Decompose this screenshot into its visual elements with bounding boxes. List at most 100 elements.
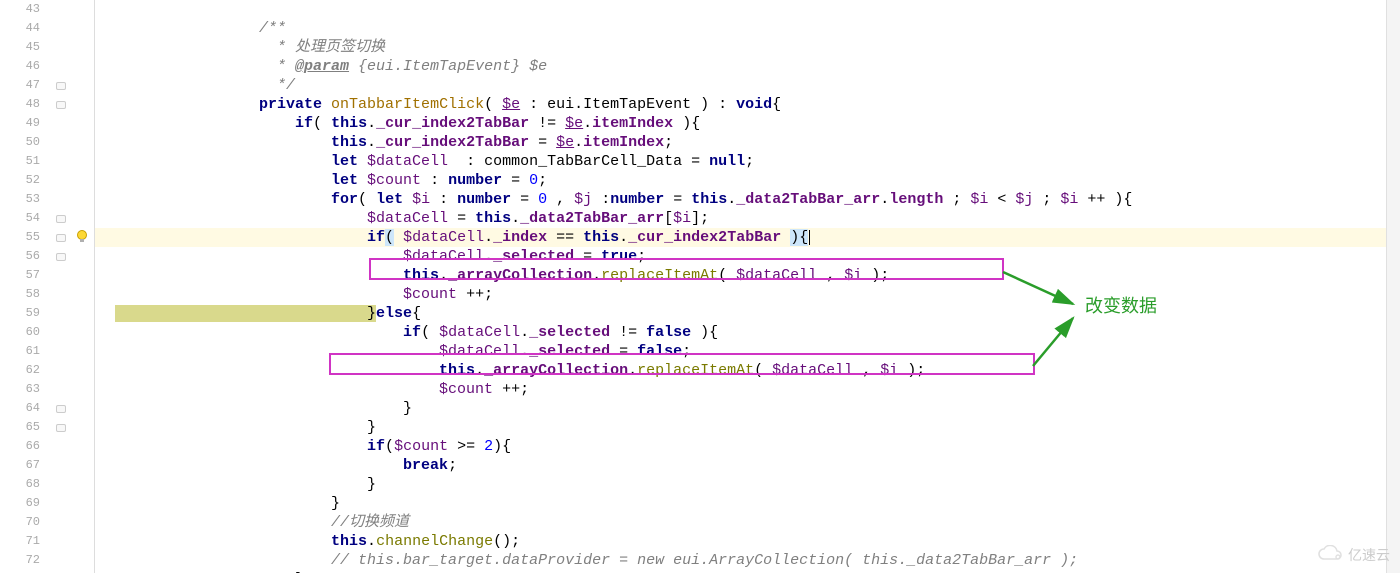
code-line[interactable]: this._arrayCollection.replaceItemAt( $da… — [95, 266, 1400, 285]
line-number[interactable]: 52 — [0, 171, 40, 190]
code-line[interactable]: this._arrayCollection.replaceItemAt( $da… — [95, 361, 1400, 380]
code-token: { — [772, 96, 781, 113]
line-number[interactable]: 60 — [0, 323, 40, 342]
watermark: 亿速云 — [1316, 545, 1390, 565]
code-editor: 4344454647484950515253545556575859606162… — [0, 0, 1400, 573]
code-line[interactable]: // this.bar_target.dataProvider = new eu… — [95, 551, 1400, 570]
code-token: = — [511, 191, 538, 208]
code-line[interactable]: $dataCell._selected = false; — [95, 342, 1400, 361]
line-number[interactable]: 51 — [0, 152, 40, 171]
code-token: ) — [790, 229, 799, 246]
line-number[interactable]: 65 — [0, 418, 40, 437]
code-token: this — [115, 134, 367, 151]
code-token: . — [367, 134, 376, 151]
line-number[interactable]: 44 — [0, 19, 40, 38]
fold-handle[interactable] — [56, 215, 66, 223]
code-line[interactable]: //切换频道 — [95, 513, 1400, 532]
code-token: , — [547, 191, 574, 208]
line-number[interactable]: 48 — [0, 95, 40, 114]
fold-column[interactable] — [50, 0, 72, 573]
code-line[interactable]: if( this._cur_index2TabBar != $e.itemInd… — [95, 114, 1400, 133]
code-token: */ — [115, 77, 295, 94]
line-number[interactable]: 70 — [0, 513, 40, 532]
vertical-scrollbar[interactable] — [1386, 0, 1400, 573]
fold-handle[interactable] — [56, 82, 66, 90]
line-number[interactable]: 69 — [0, 494, 40, 513]
code-token: : — [430, 191, 457, 208]
line-number[interactable]: 49 — [0, 114, 40, 133]
code-token: ; — [682, 343, 691, 360]
intention-bulb-icon[interactable] — [74, 229, 90, 245]
code-token: ; — [448, 457, 457, 474]
code-line[interactable]: * @param {eui.ItemTapEvent} $e — [95, 57, 1400, 76]
line-number[interactable]: 55 — [0, 228, 40, 247]
line-number[interactable]: 50 — [0, 133, 40, 152]
fold-handle[interactable] — [56, 234, 66, 242]
code-line[interactable]: private onTabbarItemClick( $e : eui.Item… — [95, 95, 1400, 114]
code-line[interactable]: */ — [95, 76, 1400, 95]
code-token — [394, 229, 403, 246]
text-cursor — [809, 230, 810, 245]
code-line[interactable]: this._cur_index2TabBar = $e.itemIndex; — [95, 133, 1400, 152]
line-number[interactable]: 53 — [0, 190, 40, 209]
fold-handle[interactable] — [56, 101, 66, 109]
code-token: onTabbarItemClick — [331, 96, 484, 113]
code-token: 0 — [538, 191, 547, 208]
fold-handle[interactable] — [56, 253, 66, 261]
code-line[interactable]: } — [95, 494, 1400, 513]
code-token: $dataCell — [772, 362, 853, 379]
code-line[interactable]: if( $dataCell._index == this._cur_index2… — [95, 228, 1400, 247]
code-token: _selected — [493, 248, 574, 265]
code-line[interactable]: break; — [95, 456, 1400, 475]
line-number[interactable]: 62 — [0, 361, 40, 380]
code-token: . — [367, 533, 376, 550]
code-line[interactable]: if( $dataCell._selected != false ){ — [95, 323, 1400, 342]
code-line[interactable] — [95, 0, 1400, 19]
intention-bulb-column[interactable] — [72, 0, 94, 573]
code-line[interactable]: }else{ — [95, 304, 1400, 323]
code-token: _selected — [529, 343, 610, 360]
line-number[interactable]: 63 — [0, 380, 40, 399]
line-number[interactable]: 43 — [0, 0, 40, 19]
code-line[interactable]: } — [95, 475, 1400, 494]
code-token: _cur_index2TabBar — [376, 134, 529, 151]
code-line[interactable]: $dataCell._selected = true; — [95, 247, 1400, 266]
code-token: _index — [493, 229, 547, 246]
code-line[interactable]: } — [95, 418, 1400, 437]
line-number[interactable]: 57 — [0, 266, 40, 285]
line-number[interactable]: 59 — [0, 304, 40, 323]
line-number[interactable]: 56 — [0, 247, 40, 266]
line-number[interactable]: 47 — [0, 76, 40, 95]
line-number[interactable]: 58 — [0, 285, 40, 304]
fold-handle[interactable] — [56, 405, 66, 413]
code-token: . — [628, 362, 637, 379]
code-line[interactable]: let $dataCell : common_TabBarCell_Data =… — [95, 152, 1400, 171]
code-area[interactable]: 改变数据 /** * 处理页签切换 * @param {eui.ItemTapE… — [94, 0, 1400, 573]
code-line[interactable]: $count ++; — [95, 285, 1400, 304]
code-token: // this.bar_target.dataProvider = new eu… — [115, 552, 1078, 569]
line-number[interactable]: 61 — [0, 342, 40, 361]
line-number[interactable]: 46 — [0, 57, 40, 76]
line-number-gutter[interactable]: 4344454647484950515253545556575859606162… — [0, 0, 50, 573]
code-line[interactable]: if($count >= 2){ — [95, 437, 1400, 456]
code-token: {eui.ItemTapEvent} $e — [349, 58, 547, 75]
fold-handle[interactable] — [56, 424, 66, 432]
code-token: replaceItemAt — [601, 267, 718, 284]
code-token: ; — [637, 248, 646, 265]
line-number[interactable]: 54 — [0, 209, 40, 228]
line-number[interactable]: 68 — [0, 475, 40, 494]
code-line[interactable]: this.channelChange(); — [95, 532, 1400, 551]
line-number[interactable]: 64 — [0, 399, 40, 418]
line-number[interactable]: 45 — [0, 38, 40, 57]
code-line[interactable]: /** — [95, 19, 1400, 38]
line-number[interactable]: 72 — [0, 551, 40, 570]
line-number[interactable]: 66 — [0, 437, 40, 456]
line-number[interactable]: 67 — [0, 456, 40, 475]
code-line[interactable]: $count ++; — [95, 380, 1400, 399]
code-line[interactable]: for( let $i : number = 0 , $j :number = … — [95, 190, 1400, 209]
code-line[interactable]: * 处理页签切换 — [95, 38, 1400, 57]
code-line[interactable]: $dataCell = this._data2TabBar_arr[$i]; — [95, 209, 1400, 228]
code-line[interactable]: let $count : number = 0; — [95, 171, 1400, 190]
code-line[interactable]: } — [95, 399, 1400, 418]
line-number[interactable]: 71 — [0, 532, 40, 551]
